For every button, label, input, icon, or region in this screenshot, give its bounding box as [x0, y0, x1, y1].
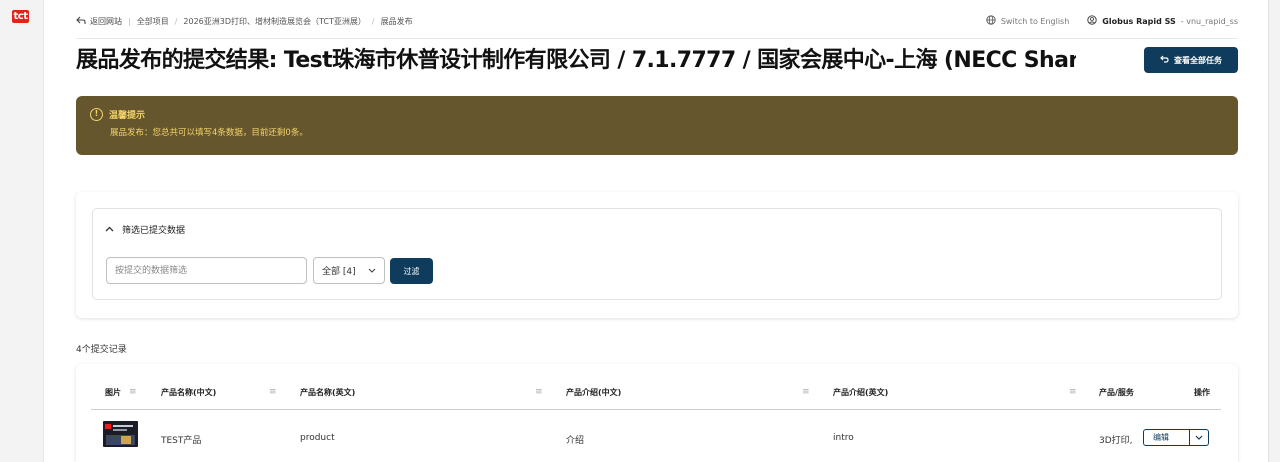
filter-panel: 筛选已提交数据 全部 [4] 过滤: [92, 208, 1222, 300]
col-header-image: 图片: [105, 388, 121, 397]
col-header-category: 产品/服务: [1099, 388, 1134, 397]
filter-button[interactable]: 过滤: [390, 258, 433, 284]
edit-dropdown-toggle[interactable]: [1190, 429, 1209, 446]
switch-language-link[interactable]: Switch to English: [986, 15, 1069, 27]
language-label: Switch to English: [1000, 16, 1070, 26]
view-all-tasks-label: 查看全部任务: [1174, 55, 1222, 65]
col-header-intro-cn: 产品介绍(中文): [566, 388, 622, 397]
cell-name-en: product: [300, 433, 335, 443]
col-header-intro-en: 产品介绍(英文): [833, 388, 889, 397]
user-icon: [1087, 15, 1097, 27]
status-select[interactable]: 全部 [4]: [313, 257, 385, 284]
main-content: 返回网站 | 全部项目 / 2026亚洲3D打印、增材制造展览会（TCT亚洲展）…: [44, 0, 1268, 462]
breadcrumb-exhibition[interactable]: 2026亚洲3D打印、增材制造展览会（TCT亚洲展）: [183, 16, 366, 27]
status-select-value: 全部 [4]: [322, 267, 356, 277]
back-to-site-link[interactable]: 返回网站: [76, 16, 122, 27]
filter-section-title: 筛选已提交数据: [122, 226, 186, 236]
records-table: 图片 ≡ 产品名称(中文) ≡ 产品名称(英文) ≡ 产品介绍(中文) ≡ 产品…: [76, 364, 1238, 462]
col-header-actions: 操作: [1194, 388, 1210, 397]
records-count: 4个提交记录: [76, 345, 127, 355]
filter-accordion-toggle[interactable]: 筛选已提交数据: [105, 223, 185, 236]
product-thumbnail[interactable]: [103, 421, 138, 447]
page-title: 展品发布的提交结果: Test珠海市休普设计制作有限公司 / 7.1.7777 …: [76, 48, 1076, 73]
back-arrow-icon: [76, 16, 86, 27]
globe-icon: [986, 15, 996, 27]
cell-intro-cn: 介绍: [566, 436, 585, 446]
user-menu[interactable]: Globus Rapid SS - vnu_rapid_ss: [1087, 15, 1238, 27]
filter-input[interactable]: [106, 257, 307, 284]
breadcrumb-separator: /: [174, 16, 178, 26]
col-header-name-cn: 产品名称(中文): [161, 388, 217, 397]
cell-intro-en: intro: [833, 433, 854, 443]
table-row: TEST产品 product 介绍 intro 3D打印, 编辑: [91, 418, 1221, 458]
notice-title: 温馨提示: [109, 111, 146, 121]
view-all-tasks-button[interactable]: 查看全部任务: [1144, 47, 1238, 73]
chevron-down-icon: [1195, 433, 1203, 442]
cell-name-cn: TEST产品: [161, 436, 202, 446]
cell-category: 3D打印,: [1099, 436, 1133, 446]
breadcrumb-divider: |: [128, 16, 131, 26]
top-divider: [76, 38, 1238, 39]
top-right-controls: Switch to English Globus Rapid SS - vnu_…: [986, 15, 1238, 27]
chevron-up-icon: [105, 224, 114, 235]
col-header-name-en: 产品名称(英文): [300, 388, 356, 397]
notice-banner: ! 温馨提示 展品发布：您总共可以填写4条数据，目前还剩0条。: [76, 96, 1238, 155]
filter-card: 筛选已提交数据 全部 [4] 过滤: [76, 192, 1238, 318]
sort-icon[interactable]: ≡: [535, 387, 543, 397]
edit-button[interactable]: 编辑: [1143, 429, 1190, 446]
tct-logo[interactable]: tct: [12, 10, 29, 23]
sort-icon[interactable]: ≡: [1069, 387, 1077, 397]
breadcrumb-all-projects[interactable]: 全部项目: [137, 16, 169, 27]
user-name: Globus Rapid SS: [1102, 16, 1176, 26]
breadcrumb-current: 展品发布: [380, 16, 413, 26]
sort-icon[interactable]: ≡: [129, 387, 137, 397]
user-handle: - vnu_rapid_ss: [1180, 16, 1238, 26]
left-rail: tct: [0, 0, 44, 462]
sort-icon[interactable]: ≡: [802, 387, 810, 397]
return-icon: [1160, 55, 1169, 65]
row-actions: 编辑: [1143, 429, 1209, 446]
right-scroll-edge: [1268, 0, 1280, 462]
top-bar: 返回网站 | 全部项目 / 2026亚洲3D打印、增材制造展览会（TCT亚洲展）…: [76, 11, 1238, 31]
table-header: 图片 ≡ 产品名称(中文) ≡ 产品名称(英文) ≡ 产品介绍(中文) ≡ 产品…: [91, 378, 1221, 410]
info-icon: !: [90, 108, 103, 121]
breadcrumb-separator: /: [371, 16, 375, 26]
back-label: 返回网站: [90, 16, 122, 26]
notice-body: 展品发布：您总共可以填写4条数据，目前还剩0条。: [110, 128, 308, 138]
chevron-down-icon: [368, 266, 376, 276]
sort-icon[interactable]: ≡: [269, 387, 277, 397]
